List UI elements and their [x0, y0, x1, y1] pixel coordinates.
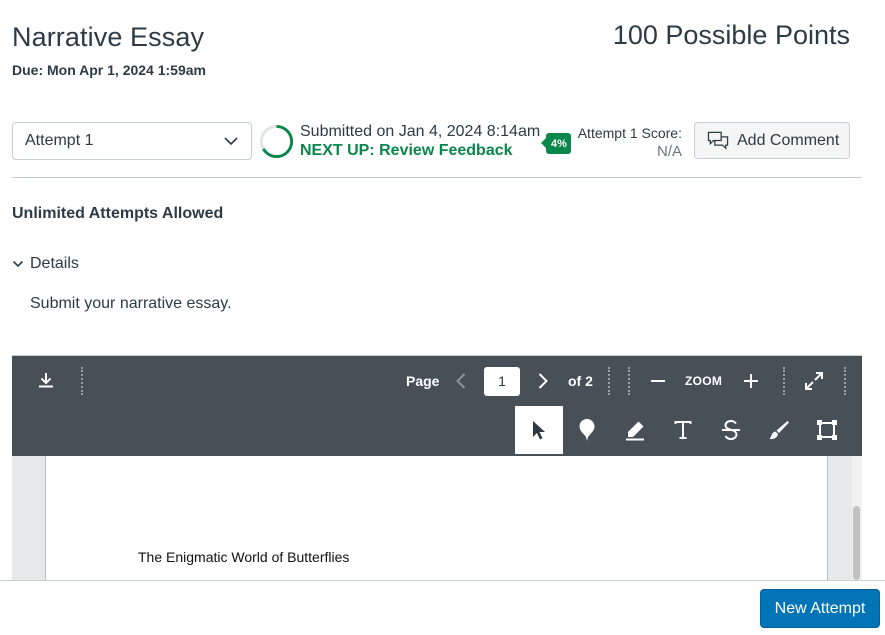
- attempts-allowed: Unlimited Attempts Allowed: [12, 205, 224, 222]
- viewer-toolbar: Page 1 of 2 ZOOM: [12, 356, 862, 456]
- document-area: The Enigmatic World of Butterflies: [12, 456, 852, 580]
- add-comment-label: Add Comment: [737, 131, 840, 149]
- score-value: N/A: [656, 143, 682, 160]
- progress-ring-icon: [259, 124, 294, 159]
- page-label: Page: [406, 373, 440, 389]
- chevron-down-icon: [224, 137, 238, 146]
- highlight-tool-button[interactable]: [611, 406, 659, 454]
- zoom-out-icon[interactable]: [646, 369, 670, 393]
- text-icon: [674, 421, 692, 439]
- attempt-select[interactable]: Attempt 1: [12, 122, 252, 160]
- document-viewer: Page 1 of 2 ZOOM The Enigmatic World of …: [12, 356, 862, 580]
- details-label: Details: [30, 255, 79, 272]
- strikeout-tool-button[interactable]: [707, 406, 755, 454]
- fullscreen-icon[interactable]: [802, 369, 826, 393]
- area-tool-button[interactable]: [803, 406, 851, 454]
- document-page: The Enigmatic World of Butterflies: [45, 456, 828, 580]
- select-tool-button[interactable]: [515, 406, 563, 454]
- toolbar-separator: [844, 367, 846, 395]
- previous-page-icon[interactable]: [450, 369, 472, 393]
- toolbar-separator: [783, 367, 785, 395]
- details-toggle[interactable]: Details: [12, 255, 79, 273]
- due-date: Due: Mon Apr 1, 2024 1:59am: [12, 62, 206, 78]
- toolbar-separator: [608, 367, 610, 395]
- zoom-label: ZOOM: [685, 374, 723, 388]
- zoom-in-icon[interactable]: [739, 369, 763, 393]
- possible-points: 100 Possible Points: [612, 20, 850, 50]
- score-label: Attempt 1 Score:: [577, 125, 682, 141]
- scrollbar-thumb[interactable]: [853, 506, 860, 580]
- highlighter-icon: [626, 421, 644, 441]
- toolbar-separator: [81, 367, 83, 395]
- pin-icon: [579, 419, 595, 441]
- assignment-title: Narrative Essay: [12, 22, 205, 52]
- comments-icon: [707, 131, 729, 150]
- brush-icon: [769, 421, 789, 440]
- next-page-icon[interactable]: [532, 369, 554, 393]
- page-number-input[interactable]: 1: [484, 367, 520, 396]
- freedraw-tool-button[interactable]: [755, 406, 803, 454]
- attempt-select-value: Attempt 1: [25, 132, 94, 149]
- add-comment-button[interactable]: Add Comment: [694, 122, 850, 159]
- chevron-down-icon: [12, 260, 24, 268]
- area-select-icon: [817, 420, 837, 440]
- toolbar-separator: [628, 367, 630, 395]
- download-icon[interactable]: [34, 369, 58, 393]
- pointer-icon: [533, 421, 545, 440]
- new-attempt-button[interactable]: New Attempt: [760, 589, 880, 628]
- submitted-text: Submitted on Jan 4, 2024 8:14am: [300, 123, 541, 140]
- footer-bar: New Attempt: [0, 580, 885, 635]
- text-tool-button[interactable]: [659, 406, 707, 454]
- next-up-link[interactable]: NEXT UP: Review Feedback: [300, 142, 513, 160]
- divider: [12, 177, 862, 178]
- point-annotation-button[interactable]: [563, 406, 611, 454]
- strikethrough-icon: [722, 419, 740, 441]
- page-count: of 2: [568, 373, 593, 389]
- document-heading: The Enigmatic World of Butterflies: [138, 549, 350, 565]
- progress-badge: 4%: [541, 133, 571, 154]
- details-text: Submit your narrative essay.: [30, 295, 232, 312]
